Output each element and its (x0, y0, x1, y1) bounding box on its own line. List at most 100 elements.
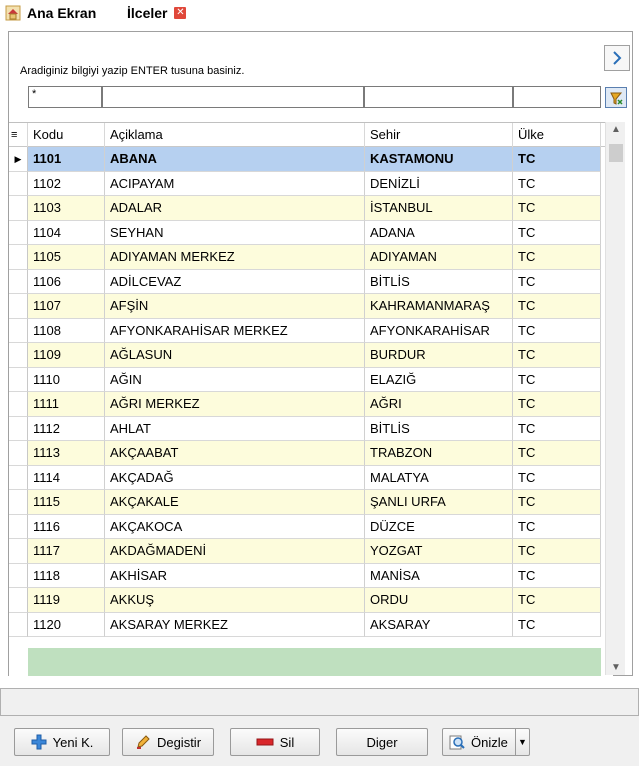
column-chooser-icon[interactable]: ≡ (9, 123, 28, 147)
cell-kodu[interactable]: 1109 (28, 343, 105, 368)
next-button[interactable] (604, 45, 630, 71)
cell-sehir[interactable]: ELAZIĞ (365, 367, 513, 392)
cell-aciklama[interactable]: ACIPAYAM (105, 171, 365, 196)
filter-sehir[interactable] (364, 86, 513, 108)
cell-kodu[interactable]: 1104 (28, 220, 105, 245)
cell-sehir[interactable]: DENİZLİ (365, 171, 513, 196)
cell-aciklama[interactable]: AĞLASUN (105, 343, 365, 368)
table-row[interactable]: 1107 AFŞİN KAHRAMANMARAŞ TC (9, 294, 613, 319)
cell-kodu[interactable]: 1114 (28, 465, 105, 490)
table-row[interactable]: 1111 AĞRI MERKEZ AĞRI TC (9, 392, 613, 417)
row-indicator[interactable] (9, 490, 28, 515)
column-header-kodu[interactable]: Kodu (28, 123, 105, 147)
cell-ulke[interactable]: TC (513, 318, 601, 343)
cell-sehir[interactable]: TRABZON (365, 441, 513, 466)
cell-kodu[interactable]: 1118 (28, 563, 105, 588)
cell-ulke[interactable]: TC (513, 245, 601, 270)
cell-ulke[interactable]: TC (513, 343, 601, 368)
cell-sehir[interactable]: KAHRAMANMARAŞ (365, 294, 513, 319)
cell-ulke[interactable]: TC (513, 416, 601, 441)
close-icon[interactable]: ✕ (174, 7, 187, 19)
cell-aciklama[interactable]: ADALAR (105, 196, 365, 221)
table-row[interactable]: 1115 AKÇAKALE ŞANLI URFA TC (9, 490, 613, 515)
cell-ulke[interactable]: TC (513, 588, 601, 613)
edit-button[interactable]: Degistir (122, 728, 214, 756)
row-indicator[interactable] (9, 416, 28, 441)
cell-aciklama[interactable]: AFYONKARAHİSAR MERKEZ (105, 318, 365, 343)
row-indicator-icon[interactable]: ▶ (9, 147, 28, 172)
cell-aciklama[interactable]: AKÇADAĞ (105, 465, 365, 490)
cell-sehir[interactable]: ORDU (365, 588, 513, 613)
cell-aciklama[interactable]: AKKUŞ (105, 588, 365, 613)
tab-ilceler[interactable]: İlceler ✕ (127, 0, 187, 26)
cell-ulke[interactable]: TC (513, 269, 601, 294)
cell-ulke[interactable]: TC (513, 514, 601, 539)
cell-kodu[interactable]: 1102 (28, 171, 105, 196)
row-indicator[interactable] (9, 269, 28, 294)
cell-aciklama[interactable]: ADIYAMAN MERKEZ (105, 245, 365, 270)
cell-kodu[interactable]: 1116 (28, 514, 105, 539)
filter-ulke[interactable] (513, 86, 601, 108)
row-indicator[interactable] (9, 318, 28, 343)
cell-ulke[interactable]: TC (513, 539, 601, 564)
row-indicator[interactable] (9, 343, 28, 368)
cell-sehir[interactable]: BİTLİS (365, 416, 513, 441)
column-header-ulke[interactable]: Ülke (513, 123, 601, 147)
cell-sehir[interactable]: ADIYAMAN (365, 245, 513, 270)
other-button[interactable]: Diger (336, 728, 428, 756)
table-row[interactable]: 1120 AKSARAY MERKEZ AKSARAY TC (9, 612, 613, 637)
column-header-aciklama[interactable]: Açiklama (105, 123, 365, 147)
scroll-up-icon[interactable]: ▲ (606, 124, 626, 135)
cell-aciklama[interactable]: AHLAT (105, 416, 365, 441)
row-indicator[interactable] (9, 392, 28, 417)
row-indicator[interactable] (9, 514, 28, 539)
cell-aciklama[interactable]: ADİLCEVAZ (105, 269, 365, 294)
table-row[interactable]: 1117 AKDAĞMADENİ YOZGAT TC (9, 539, 613, 564)
cell-aciklama[interactable]: AKÇAKOCA (105, 514, 365, 539)
scroll-down-icon[interactable]: ▼ (606, 662, 626, 673)
cell-ulke[interactable]: TC (513, 563, 601, 588)
table-row[interactable]: 1108 AFYONKARAHİSAR MERKEZ AFYONKARAHİSAR T… (9, 318, 613, 343)
table-row[interactable]: ▶ 1101 ABANA KASTAMONU TC (9, 147, 613, 172)
table-row[interactable]: 1109 AĞLASUN BURDUR TC (9, 343, 613, 368)
cell-aciklama[interactable]: AKÇAABAT (105, 441, 365, 466)
cell-sehir[interactable]: BURDUR (365, 343, 513, 368)
cell-sehir[interactable]: AFYONKARAHİSAR (365, 318, 513, 343)
table-row[interactable]: 1114 AKÇADAĞ MALATYA TC (9, 465, 613, 490)
cell-kodu[interactable]: 1107 (28, 294, 105, 319)
cell-sehir[interactable]: AĞRI (365, 392, 513, 417)
scroll-thumb[interactable] (609, 144, 623, 162)
cell-ulke[interactable]: TC (513, 220, 601, 245)
cell-sehir[interactable]: DÜZCE (365, 514, 513, 539)
cell-aciklama[interactable]: AKÇAKALE (105, 490, 365, 515)
vertical-scrollbar[interactable]: ▲ ▼ (605, 122, 625, 675)
tab-ana-ekran[interactable]: Ana Ekran (5, 0, 96, 26)
cell-kodu[interactable]: 1113 (28, 441, 105, 466)
row-indicator[interactable] (9, 367, 28, 392)
filter-clear-button[interactable] (605, 87, 627, 108)
table-row[interactable]: 1106 ADİLCEVAZ BİTLİS TC (9, 269, 613, 294)
preview-button[interactable]: Önizle ▼ (442, 728, 530, 756)
cell-sehir[interactable]: YOZGAT (365, 539, 513, 564)
table-row[interactable]: 1104 SEYHAN ADANA TC (9, 220, 613, 245)
cell-aciklama[interactable]: AĞRI MERKEZ (105, 392, 365, 417)
cell-ulke[interactable]: TC (513, 294, 601, 319)
table-row[interactable]: 1118 AKHİSAR MANİSA TC (9, 563, 613, 588)
row-indicator[interactable] (9, 196, 28, 221)
cell-ulke[interactable]: TC (513, 367, 601, 392)
cell-kodu[interactable]: 1111 (28, 392, 105, 417)
filter-kodu[interactable]: * (28, 86, 102, 108)
row-indicator[interactable] (9, 539, 28, 564)
cell-aciklama[interactable]: ABANA (105, 147, 365, 172)
cell-kodu[interactable]: 1120 (28, 612, 105, 637)
cell-sehir[interactable]: MALATYA (365, 465, 513, 490)
cell-aciklama[interactable]: AKSARAY MERKEZ (105, 612, 365, 637)
cell-ulke[interactable]: TC (513, 490, 601, 515)
table-row[interactable]: 1116 AKÇAKOCA DÜZCE TC (9, 514, 613, 539)
preview-dropdown-icon[interactable]: ▼ (515, 729, 529, 755)
cell-aciklama[interactable]: AĞIN (105, 367, 365, 392)
table-row[interactable]: 1112 AHLAT BİTLİS TC (9, 416, 613, 441)
cell-sehir[interactable]: MANİSA (365, 563, 513, 588)
cell-aciklama[interactable]: AKDAĞMADENİ (105, 539, 365, 564)
cell-sehir[interactable]: KASTAMONU (365, 147, 513, 172)
